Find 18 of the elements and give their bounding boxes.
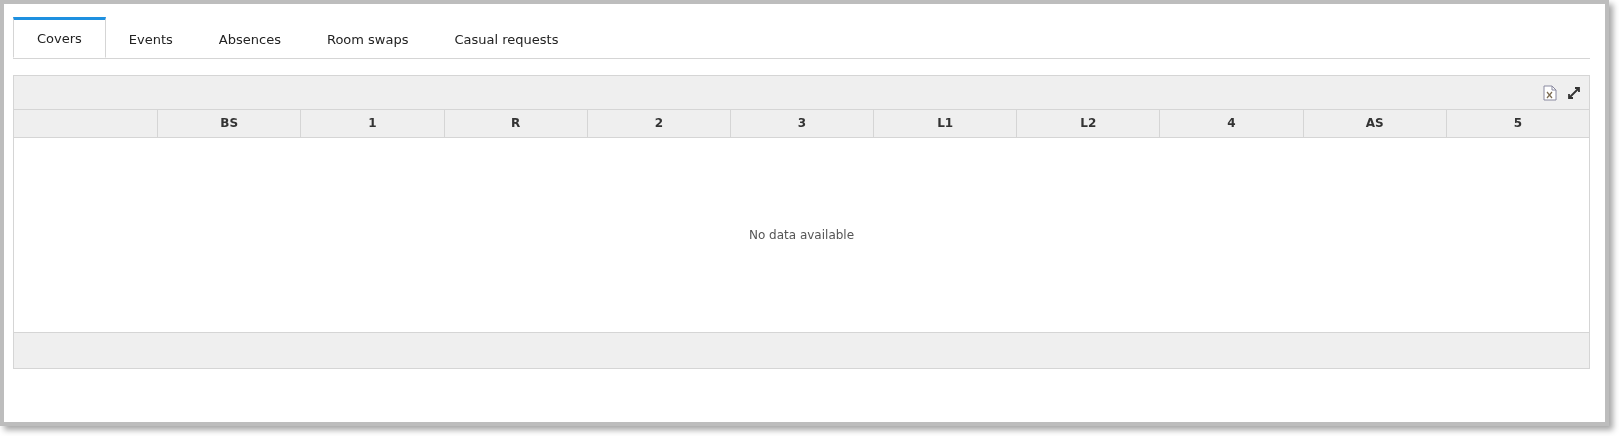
column-header: 5: [1445, 110, 1589, 137]
tab[interactable]: Casual requests: [431, 17, 582, 58]
column-header: R: [443, 110, 587, 137]
tab[interactable]: Room swaps: [303, 17, 432, 58]
tab[interactable]: Events: [105, 17, 196, 58]
empty-message: No data available: [748, 228, 855, 242]
tab[interactable]: Covers: [13, 17, 106, 58]
excel-export-icon[interactable]: [1543, 84, 1557, 101]
column-header: BS: [157, 110, 301, 137]
column-header: 2: [586, 110, 730, 137]
column-header: 3: [729, 110, 874, 137]
tab[interactable]: Absences: [195, 17, 304, 58]
column-header: 1: [300, 110, 444, 137]
column-header: AS: [1302, 110, 1446, 137]
column-header: 4: [1159, 110, 1303, 137]
expand-icon[interactable]: [1567, 85, 1581, 100]
column-header: L2: [1016, 110, 1160, 137]
column-header: L1: [873, 110, 1017, 137]
